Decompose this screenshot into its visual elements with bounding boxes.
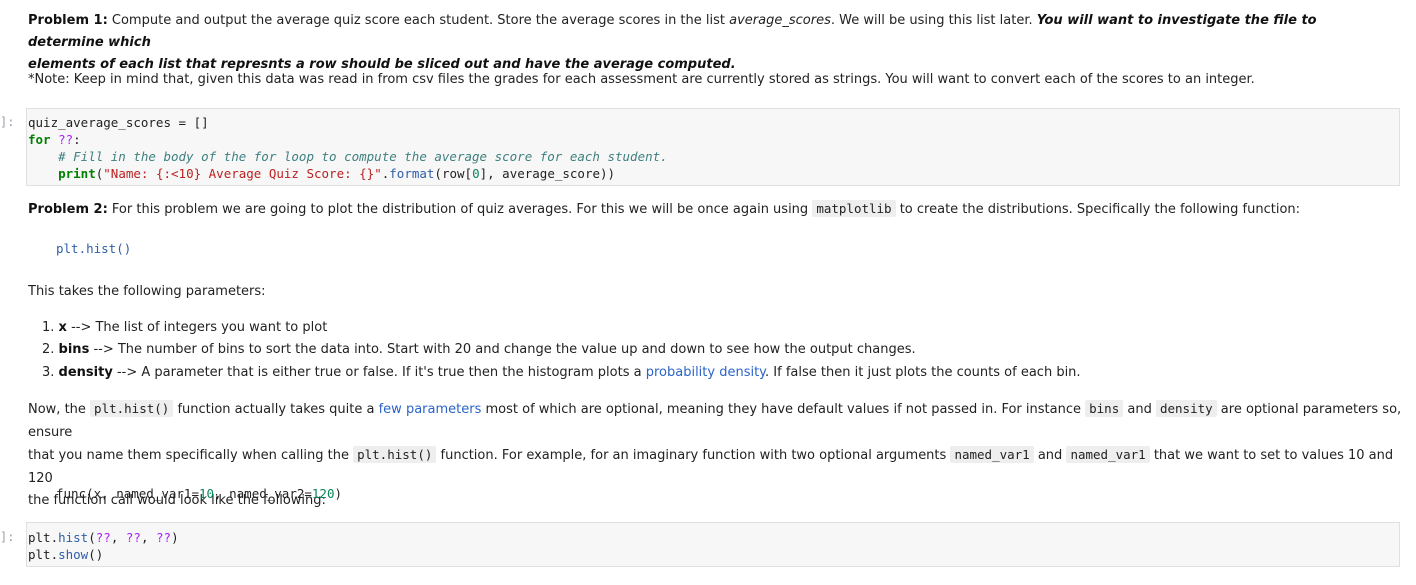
param-name: density (58, 365, 113, 380)
named-var1-code: named_var1 (950, 446, 1034, 463)
problem2-text-b: to create the distributions. Specificall… (895, 202, 1301, 217)
problem1-label: Problem 1: (28, 13, 108, 28)
para3-text: Now, the (28, 402, 91, 417)
problem1-text-b: . We will be using this list later. (830, 13, 1037, 28)
cell1-prompt: ]: (0, 115, 15, 129)
func-call-example: func(x, named_var1=10, named_var2=120) (56, 486, 343, 501)
plt-hist-code: plt.hist() (90, 400, 174, 417)
few-parameters-link[interactable]: few parameters (379, 402, 482, 417)
matplotlib-code: matplotlib (812, 200, 896, 217)
note-paragraph: *Note: Keep in mind that, given this dat… (28, 72, 1255, 87)
named-var1-code-2: named_var1 (1066, 446, 1150, 463)
problem2-label: Problem 2: (28, 202, 108, 217)
param-num: 1. (42, 320, 55, 335)
para3-text: and (1123, 402, 1156, 417)
param-item-3: 3. density --> A parameter that is eithe… (42, 362, 1372, 384)
cell2-code-line-2: plt.show() (28, 547, 104, 562)
para3-text: that you name them specifically when cal… (28, 448, 354, 463)
param-item-2: 2. bins --> The number of bins to sort t… (42, 339, 1342, 361)
param-name: bins (58, 342, 90, 357)
para3-text: and (1033, 448, 1067, 463)
cell1-code-line-3: # Fill in the body of the for loop to co… (28, 149, 668, 164)
density-code: density (1155, 400, 1217, 417)
plt-hist-code-2: plt.hist() (353, 446, 437, 463)
problem1-paragraph: Problem 1: Compute and output the averag… (28, 10, 1388, 76)
problem2-paragraph: Problem 2: For this problem we are going… (28, 198, 1398, 221)
cell2-code-line-1: plt.hist(??, ??, ??) (28, 530, 179, 545)
cell1-code-line-2: for ??: (28, 132, 81, 147)
problem1-var: average_scores (729, 13, 831, 28)
problem1-text-a: Compute and output the average quiz scor… (111, 13, 730, 28)
bins-code: bins (1085, 400, 1124, 417)
code-cell-2[interactable] (26, 522, 1400, 567)
cell1-code-line-4: print("Name: {:<10} Average Quiz Score: … (58, 166, 616, 181)
params-intro: This takes the following parameters: (28, 284, 266, 299)
para3-text: function. For example, for an imaginary … (436, 448, 951, 463)
func-example: plt.hist() (56, 241, 131, 256)
para3-text: most of which are optional, meaning they… (481, 402, 1086, 417)
param-item-1: 1. x --> The list of integers you want t… (42, 317, 1342, 339)
param-desc-b: . If false then it just plots the counts… (765, 365, 1081, 380)
problem2-text-a: For this problem we are going to plot th… (111, 202, 813, 217)
probability-density-link[interactable]: probability density (646, 365, 765, 380)
param-num: 3. (42, 365, 55, 380)
para3-text: function actually takes quite a (173, 402, 379, 417)
param-desc: --> A parameter that is either true or f… (112, 365, 646, 380)
cell1-code-line-1: quiz_average_scores = [] (28, 115, 209, 130)
param-desc: --> The number of bins to sort the data … (89, 342, 916, 357)
param-desc: --> The list of integers you want to plo… (66, 320, 328, 335)
param-name: x (58, 320, 67, 335)
cell2-prompt: ]: (0, 530, 15, 544)
func-example-text: plt.hist() (56, 241, 132, 256)
param-num: 2. (42, 342, 55, 357)
